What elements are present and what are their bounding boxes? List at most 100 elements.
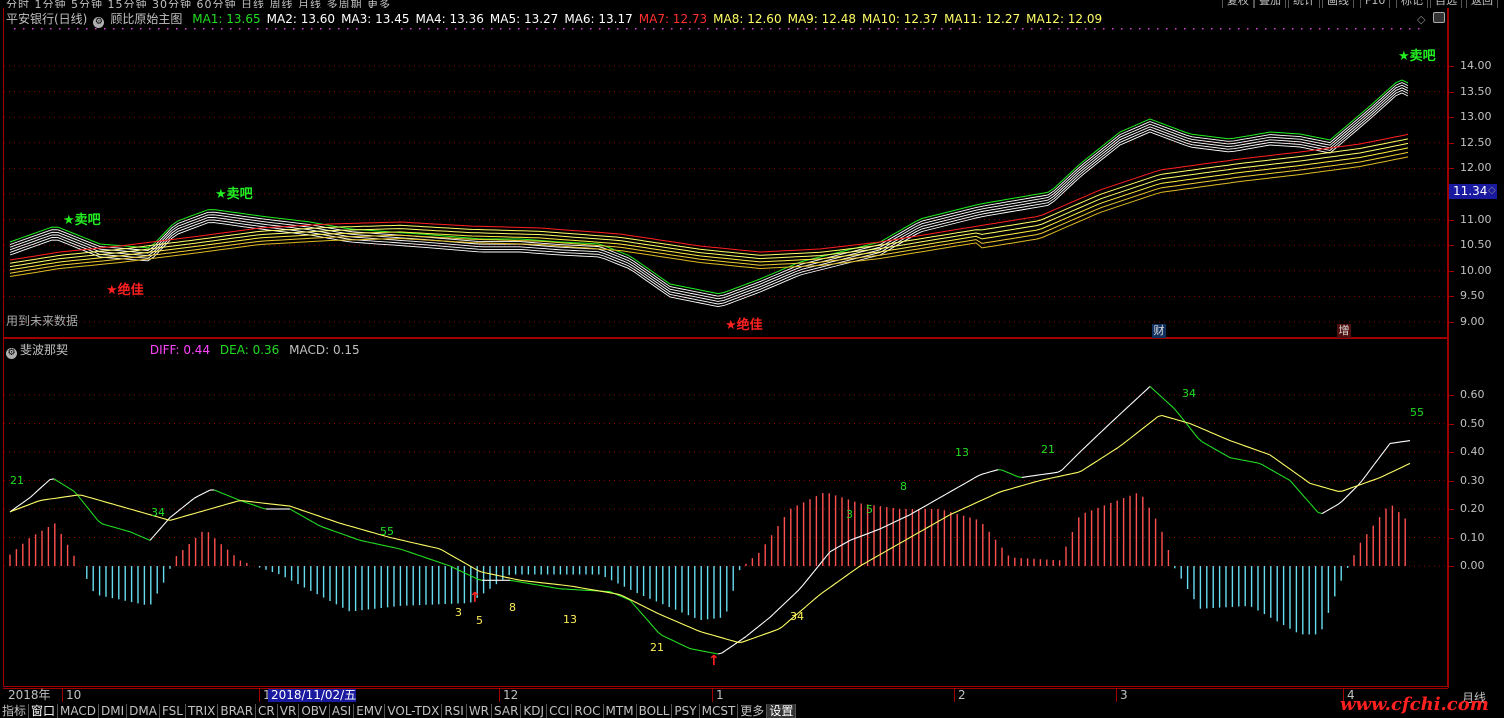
dea-line (686, 626, 690, 628)
finance-marker[interactable]: 财 (1152, 324, 1166, 338)
dea-line (1134, 432, 1138, 435)
ma-dot (599, 28, 601, 30)
diff-line (1214, 449, 1218, 451)
tab-boll[interactable]: BOLL (637, 704, 673, 718)
sell-signal: ★卖吧 (1398, 45, 1436, 64)
ma-dot (1022, 28, 1024, 30)
tab-mtm[interactable]: MTM (604, 704, 637, 718)
diff-line (1030, 476, 1034, 477)
settings-circle-icon[interactable]: ⚙ (6, 348, 17, 359)
main-indicator-name[interactable]: 顾比原始主图 (110, 12, 182, 26)
diff-line (130, 532, 134, 534)
diff-line (1102, 427, 1106, 431)
dea-line (1250, 448, 1254, 449)
dea-line (302, 510, 306, 511)
ma-dot (1202, 28, 1204, 30)
ma-dot (257, 28, 259, 30)
dea-line (646, 608, 650, 610)
dea-line (566, 586, 570, 587)
diff-line (70, 489, 74, 492)
tab-roc[interactable]: ROC (572, 704, 603, 718)
diff-line (302, 516, 306, 518)
sub-indicator-name[interactable]: 斐波那契 (20, 343, 68, 357)
dea-line (1142, 426, 1146, 429)
tab-kdj[interactable]: KDJ (521, 704, 547, 718)
dea-line (770, 631, 774, 633)
ma-value-11: MA11: 12.27 (944, 12, 1020, 26)
diff-line (1194, 433, 1198, 438)
tab-窗口[interactable]: 窗口 (29, 704, 58, 718)
dea-line (38, 500, 42, 501)
ma-dot (725, 28, 727, 30)
ma-dot (689, 28, 691, 30)
diff-line (1090, 439, 1094, 443)
diff-line (330, 530, 334, 531)
diff-line (1238, 459, 1242, 460)
stock-title[interactable]: 平安银行(日线) (6, 12, 87, 26)
y-tick-label: 10.50 (1460, 238, 1492, 251)
y-tick-label: 0.50 (1460, 417, 1485, 430)
tab-vol-tdx[interactable]: VOL-TDX (385, 704, 442, 718)
ma-dot (1121, 28, 1123, 30)
tab-trix[interactable]: TRIX (186, 704, 218, 718)
diff-line (970, 478, 974, 480)
tab-rsi[interactable]: RSI (442, 704, 467, 718)
dea-line (1126, 439, 1130, 442)
tab-更多[interactable]: 更多 (738, 704, 767, 718)
fib-label: 21 (1041, 443, 1055, 456)
tab-dmi[interactable]: DMI (99, 704, 127, 718)
tab-mcst[interactable]: MCST (700, 704, 739, 718)
tab-macd[interactable]: MACD (58, 704, 99, 718)
tab-vr[interactable]: VR (278, 704, 300, 718)
cursor-date-label: 2018/11/02/五 (268, 689, 356, 702)
tab-设置[interactable]: 设置 (767, 704, 796, 718)
tab-asi[interactable]: ASI (330, 704, 354, 718)
fib-label: 34 (151, 506, 165, 519)
dea-line (762, 634, 766, 635)
diff-line (1174, 408, 1178, 413)
settings-circle-icon[interactable]: ⚙ (93, 17, 104, 28)
dea-line (1130, 435, 1134, 438)
ma-dot (563, 28, 565, 30)
ma-dot (1013, 28, 1015, 30)
dea-line (114, 504, 118, 505)
dea-line (814, 596, 818, 599)
increase-marker[interactable]: 增 (1337, 324, 1351, 338)
panel-toggle-icon[interactable] (1433, 12, 1445, 23)
dea-line (742, 641, 746, 642)
tab-sar[interactable]: SAR (492, 704, 521, 718)
diff-line (1310, 503, 1314, 508)
tab-fsl[interactable]: FSL (160, 704, 186, 718)
ma-dot (302, 28, 304, 30)
tab-cr[interactable]: CR (256, 704, 278, 718)
tab-wr[interactable]: WR (467, 704, 492, 718)
dea-line (1210, 432, 1214, 434)
ma-dot (1085, 28, 1087, 30)
up-arrow-icon: ↑ (708, 653, 720, 669)
tab-emv[interactable]: EMV (354, 704, 385, 718)
dea-line (1318, 486, 1322, 487)
diff-line (102, 524, 106, 525)
diamond-icon[interactable]: ◇ (1417, 13, 1425, 26)
tab-psy[interactable]: PSY (672, 704, 699, 718)
ma-dot (185, 28, 187, 30)
tab-dma[interactable]: DMA (127, 704, 160, 718)
diff-line (150, 536, 154, 541)
ma-value-8: MA8: 12.60 (713, 12, 781, 26)
dea-line (446, 552, 450, 554)
diff-line (1366, 470, 1370, 475)
dea-line (1086, 466, 1090, 469)
diff-line (638, 609, 642, 614)
diff-line (1074, 454, 1078, 458)
dea-line (326, 519, 330, 520)
tab-brar[interactable]: BRAR (218, 704, 256, 718)
dea-line (1010, 488, 1014, 489)
tab-obv[interactable]: OBV (299, 704, 330, 718)
diff-line (634, 605, 638, 610)
tab-cci[interactable]: CCI (547, 704, 572, 718)
diff-line (866, 533, 870, 535)
diamond-icon-right[interactable]: ◇ (1488, 185, 1496, 196)
dea-line (586, 589, 590, 590)
tab-指标[interactable]: 指标 (0, 704, 29, 718)
dea-line (506, 577, 510, 578)
